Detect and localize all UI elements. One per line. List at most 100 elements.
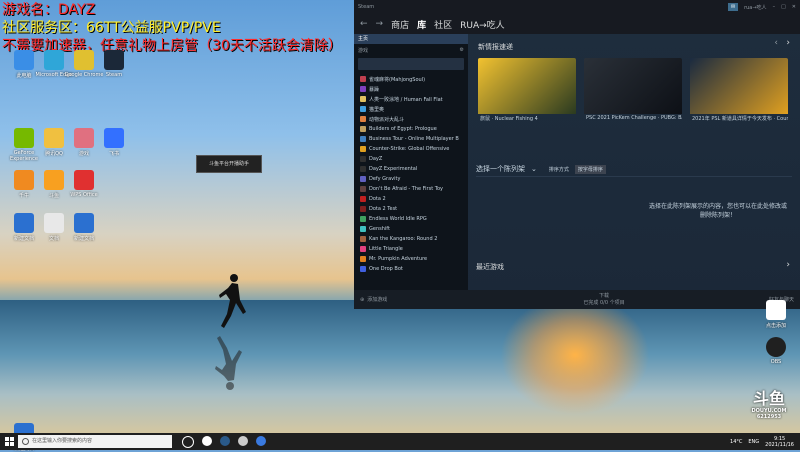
app-icon: [44, 128, 64, 148]
game-list-item[interactable]: Business Tour - Online Multiplayer B: [354, 134, 468, 144]
desktop-shortcut-label: 游戏: [78, 151, 89, 157]
obs-shortcut[interactable]: OBS: [756, 337, 796, 365]
game-name: Builders of Egypt: Prologue: [369, 126, 437, 132]
titlebar-user[interactable]: rua→吃人: [744, 4, 766, 11]
steam-menu[interactable]: Steam: [358, 4, 374, 10]
douyu-helper-popup[interactable]: 斗鱼平台开播助手: [196, 155, 262, 173]
nav-community[interactable]: 社区: [434, 18, 452, 31]
game-list-item[interactable]: Little Triangle: [354, 244, 468, 254]
game-list: 雀魂麻将(MahjongSoul) 暴躁 人类一败涂地 / Human Fall F…: [354, 74, 468, 274]
app-icon: [44, 170, 64, 190]
forward-arrow-icon[interactable]: →: [376, 19, 384, 29]
game-list-item[interactable]: Defy Gravity: [354, 174, 468, 184]
maximize-icon[interactable]: □: [781, 4, 786, 10]
game-list-item[interactable]: 暴躁: [354, 84, 468, 94]
add-game-button[interactable]: ⊕ 添加游戏: [354, 296, 474, 304]
language-indicator[interactable]: ENG: [748, 439, 759, 445]
desktop-shortcut[interactable]: WPS Office: [64, 170, 104, 198]
shelf-select[interactable]: 选择一个陈列架: [476, 164, 525, 174]
game-list-item[interactable]: Builders of Egypt: Prologue: [354, 124, 468, 134]
game-icon: [360, 186, 366, 192]
desktop-shortcut[interactable]: Steam: [94, 50, 134, 78]
app-icon: [14, 128, 34, 148]
shelf-bar: 选择一个陈列架 ⌄ 排序方式 按字母排序: [476, 164, 606, 174]
back-arrow-icon[interactable]: ←: [360, 19, 368, 29]
game-list-item[interactable]: Counter-Strike: Global Offensive: [354, 144, 468, 154]
news-card[interactable]: PSC 2021 PicKem Challenge · PUBG: BATTLE…: [584, 58, 682, 128]
steam-footer: ⊕ 添加游戏 下载 已完成 0/0 个项目 好友与聊天: [354, 290, 800, 309]
news-card[interactable]: 2021年 PSL 新道具详情于今天发布 · Counter-Strike: G…: [690, 58, 788, 128]
obs-icon: [766, 337, 786, 357]
game-name: 猫里奥: [369, 106, 385, 113]
sort-dropdown[interactable]: 按字母排序: [574, 164, 606, 174]
game-name: Kan the Kangaroo: Round 2: [369, 236, 438, 242]
game-list-item[interactable]: Kan the Kangaroo: Round 2: [354, 234, 468, 244]
library-search-input[interactable]: [358, 58, 464, 70]
library-games-filter[interactable]: 游戏 ⚙: [354, 44, 468, 56]
windows-start-icon[interactable]: [0, 437, 18, 446]
library-home[interactable]: 主页: [354, 34, 468, 44]
filter-icon[interactable]: ⚙: [460, 47, 464, 53]
game-list-item[interactable]: 猫里奥: [354, 104, 468, 114]
desktop-shortcut-label: 腾讯QQ: [45, 151, 63, 157]
news-card[interactable]: 旅鼠 · Nuclear Fishing 4: [478, 58, 576, 128]
game-list-item[interactable]: Mr. Pumpkin Adventure: [354, 254, 468, 264]
game-list-item[interactable]: Dota 2: [354, 194, 468, 204]
desktop-shortcut-label: 斗鱼: [48, 193, 59, 199]
game-list-item[interactable]: DayZ Experimental: [354, 164, 468, 174]
task-view-icon[interactable]: [182, 435, 194, 448]
taskbar-steam-icon[interactable]: [220, 435, 230, 446]
recent-games-title[interactable]: 最近游戏: [476, 262, 504, 272]
add-widget[interactable]: 点击添加: [756, 300, 796, 329]
nav-store[interactable]: 商店: [391, 18, 409, 31]
nav-user[interactable]: RUA→吃人: [460, 18, 505, 31]
steam-nav: ← → 商店 库 社区 RUA→吃人: [354, 14, 800, 34]
downloads-status[interactable]: 下载 已完成 0/0 个项目: [474, 293, 734, 307]
weather-temperature[interactable]: 14°C: [730, 439, 742, 445]
game-list-item[interactable]: One Drop Bot: [354, 264, 468, 274]
taskbar-search-input[interactable]: 在这里输入你要搜索的内容: [18, 435, 172, 448]
taskbar-apps: [182, 435, 266, 448]
game-list-item[interactable]: 雀魂麻将(MahjongSoul): [354, 74, 468, 84]
clock[interactable]: 9:15 2021/11/16: [765, 436, 794, 448]
app-icon: [74, 213, 94, 233]
game-list-item[interactable]: Genshift: [354, 224, 468, 234]
game-list-item[interactable]: 人类一败涂地 / Human Fall Flat: [354, 94, 468, 104]
recent-next-icon[interactable]: ›: [786, 260, 790, 270]
game-name: Counter-Strike: Global Offensive: [369, 146, 450, 152]
game-list-item[interactable]: Endless World Idle RPG: [354, 214, 468, 224]
game-name: 动物派对大乱斗: [369, 116, 405, 123]
game-list-item[interactable]: Dota 2 Test: [354, 204, 468, 214]
game-icon: [360, 126, 366, 132]
desktop-shortcut-label: 飞书: [108, 151, 119, 157]
wallpaper-sun-reflection: [500, 295, 650, 415]
taskbar-app-icon[interactable]: [256, 435, 266, 446]
library-main: 新情报速递 ‹ › 旅鼠 · Nuclear Fishing 4 PSC 2021…: [468, 34, 800, 309]
desktop-shortcut-label: 新建文档: [13, 236, 34, 242]
game-icon: [360, 166, 366, 172]
system-tray: 14°C ENG 9:15 2021/11/16: [730, 436, 800, 448]
game-list-item[interactable]: DayZ: [354, 154, 468, 164]
notification-icon[interactable]: ✉: [728, 3, 739, 11]
close-icon[interactable]: ✕: [792, 4, 796, 10]
library-sidebar: 主页 游戏 ⚙ 雀魂麻将(MahjongSoul) 暴躁 人类一败涂地 / Huma…: [354, 34, 468, 309]
search-icon: [22, 438, 29, 445]
stream-overlay-game-name: 游戏名：DAYZ: [2, 2, 96, 18]
game-name: Defy Gravity: [369, 176, 401, 182]
news-next-icon[interactable]: ›: [786, 38, 790, 48]
minimize-icon[interactable]: –: [773, 4, 776, 10]
taskbar-obs-icon[interactable]: [238, 435, 248, 446]
runner-reflection: [215, 336, 242, 390]
chevron-down-icon[interactable]: ⌄: [531, 165, 537, 173]
sort-label: 排序方式: [548, 166, 569, 173]
news-image: [584, 58, 682, 114]
taskbar-chrome-icon[interactable]: [202, 435, 212, 446]
game-list-item[interactable]: Don't Be Afraid - The First Toy: [354, 184, 468, 194]
desktop-shortcut[interactable]: 飞书: [94, 128, 134, 157]
desktop-shortcut-label: 文档: [48, 236, 59, 242]
game-list-item[interactable]: 动物派对大乱斗: [354, 114, 468, 124]
nav-library[interactable]: 库: [417, 18, 426, 31]
game-icon: [360, 196, 366, 202]
desktop-shortcut[interactable]: 新建文档: [64, 213, 104, 242]
news-prev-icon[interactable]: ‹: [774, 38, 778, 48]
